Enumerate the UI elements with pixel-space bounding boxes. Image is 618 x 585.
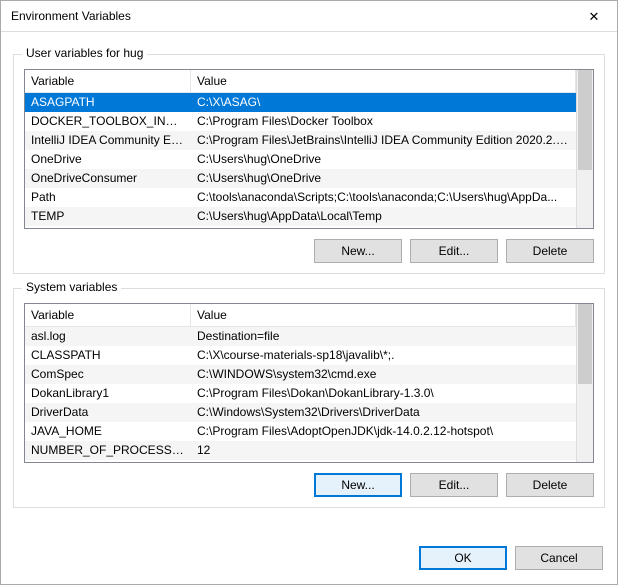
variable-name-cell: DokanLibrary1 — [25, 384, 191, 403]
user-delete-button[interactable]: Delete — [506, 239, 594, 263]
variable-name-cell: DOCKER_TOOLBOX_INSTALL... — [25, 112, 191, 131]
user-scrollbar[interactable] — [576, 70, 593, 228]
column-variable[interactable]: Variable — [25, 70, 191, 92]
variable-value-cell: C:\X\ASAG\ — [191, 93, 576, 112]
system-group-title: System variables — [22, 280, 121, 294]
user-group-title: User variables for hug — [22, 46, 147, 60]
user-edit-button[interactable]: Edit... — [410, 239, 498, 263]
variable-name-cell: NUMBER_OF_PROCESSORS — [25, 441, 191, 460]
table-row[interactable]: NUMBER_OF_PROCESSORS12 — [25, 441, 576, 460]
scrollbar-thumb[interactable] — [578, 304, 592, 384]
system-new-button[interactable]: New... — [314, 473, 402, 497]
variable-value-cell: C:\Program Files\Docker Toolbox — [191, 112, 576, 131]
system-delete-button[interactable]: Delete — [506, 473, 594, 497]
table-row[interactable]: TEMPC:\Users\hug\AppData\Local\Temp — [25, 207, 576, 226]
variable-value-cell: C:\Users\hug\AppData\Local\Temp — [191, 207, 576, 226]
table-row[interactable]: CLASSPATHC:\X\course-materials-sp18\java… — [25, 346, 576, 365]
table-row[interactable]: DriverDataC:\Windows\System32\Drivers\Dr… — [25, 403, 576, 422]
variable-name-cell: ASAGPATH — [25, 93, 191, 112]
table-row[interactable]: OneDriveC:\Users\hug\OneDrive — [25, 150, 576, 169]
variable-value-cell: C:\Users\hug\OneDrive — [191, 169, 576, 188]
variable-name-cell: DriverData — [25, 403, 191, 422]
close-button[interactable]: ✕ — [571, 1, 617, 31]
system-edit-button[interactable]: Edit... — [410, 473, 498, 497]
variable-value-cell: 12 — [191, 441, 576, 460]
variable-value-cell: C:\Windows\System32\Drivers\DriverData — [191, 403, 576, 422]
system-scrollbar[interactable] — [576, 304, 593, 462]
variable-value-cell: C:\Program Files\JetBrains\IntelliJ IDEA… — [191, 131, 576, 150]
table-row[interactable]: JAVA_HOMEC:\Program Files\AdoptOpenJDK\j… — [25, 422, 576, 441]
system-variables-group: System variables Variable Value asl.logD… — [13, 288, 605, 508]
variable-name-cell: CLASSPATH — [25, 346, 191, 365]
variable-value-cell: C:\Program Files\Dokan\DokanLibrary-1.3.… — [191, 384, 576, 403]
variable-name-cell: OneDriveConsumer — [25, 169, 191, 188]
titlebar: Environment Variables ✕ — [1, 1, 617, 32]
variable-name-cell: asl.log — [25, 327, 191, 346]
table-row[interactable]: OneDriveConsumerC:\Users\hug\OneDrive — [25, 169, 576, 188]
column-value[interactable]: Value — [191, 70, 576, 92]
close-icon: ✕ — [589, 10, 600, 23]
content-area: User variables for hug Variable Value AS… — [1, 32, 617, 536]
table-row[interactable]: DOCKER_TOOLBOX_INSTALL...C:\Program File… — [25, 112, 576, 131]
environment-variables-dialog: Environment Variables ✕ User variables f… — [0, 0, 618, 585]
ok-button[interactable]: OK — [419, 546, 507, 570]
scrollbar-thumb[interactable] — [578, 70, 592, 170]
variable-value-cell: C:\X\course-materials-sp18\javalib\*;. — [191, 346, 576, 365]
variable-value-cell: C:\Program Files\AdoptOpenJDK\jdk-14.0.2… — [191, 422, 576, 441]
cancel-button[interactable]: Cancel — [515, 546, 603, 570]
table-row[interactable]: IntelliJ IDEA Community Edit...C:\Progra… — [25, 131, 576, 150]
variable-value-cell: Destination=file — [191, 327, 576, 346]
table-row[interactable]: ASAGPATHC:\X\ASAG\ — [25, 93, 576, 112]
variable-name-cell: JAVA_HOME — [25, 422, 191, 441]
variable-name-cell: Path — [25, 188, 191, 207]
system-table-header[interactable]: Variable Value — [25, 304, 576, 327]
variable-value-cell: C:\tools\anaconda\Scripts;C:\tools\anaco… — [191, 188, 576, 207]
variable-value-cell: C:\Users\hug\OneDrive — [191, 150, 576, 169]
user-table-header[interactable]: Variable Value — [25, 70, 576, 93]
table-row[interactable]: ComSpecC:\WINDOWS\system32\cmd.exe — [25, 365, 576, 384]
variable-name-cell: OneDrive — [25, 150, 191, 169]
dialog-footer: OK Cancel — [1, 536, 617, 584]
variable-name-cell: TEMP — [25, 207, 191, 226]
system-variables-table[interactable]: Variable Value asl.logDestination=fileCL… — [24, 303, 594, 463]
user-variables-table[interactable]: Variable Value ASAGPATHC:\X\ASAG\DOCKER_… — [24, 69, 594, 229]
user-variables-group: User variables for hug Variable Value AS… — [13, 54, 605, 274]
table-row[interactable]: DokanLibrary1C:\Program Files\Dokan\Doka… — [25, 384, 576, 403]
user-new-button[interactable]: New... — [314, 239, 402, 263]
table-row[interactable]: asl.logDestination=file — [25, 327, 576, 346]
column-variable[interactable]: Variable — [25, 304, 191, 326]
variable-name-cell: ComSpec — [25, 365, 191, 384]
variable-name-cell: IntelliJ IDEA Community Edit... — [25, 131, 191, 150]
column-value[interactable]: Value — [191, 304, 576, 326]
table-row[interactable]: PathC:\tools\anaconda\Scripts;C:\tools\a… — [25, 188, 576, 207]
window-title: Environment Variables — [11, 9, 131, 23]
variable-value-cell: C:\WINDOWS\system32\cmd.exe — [191, 365, 576, 384]
